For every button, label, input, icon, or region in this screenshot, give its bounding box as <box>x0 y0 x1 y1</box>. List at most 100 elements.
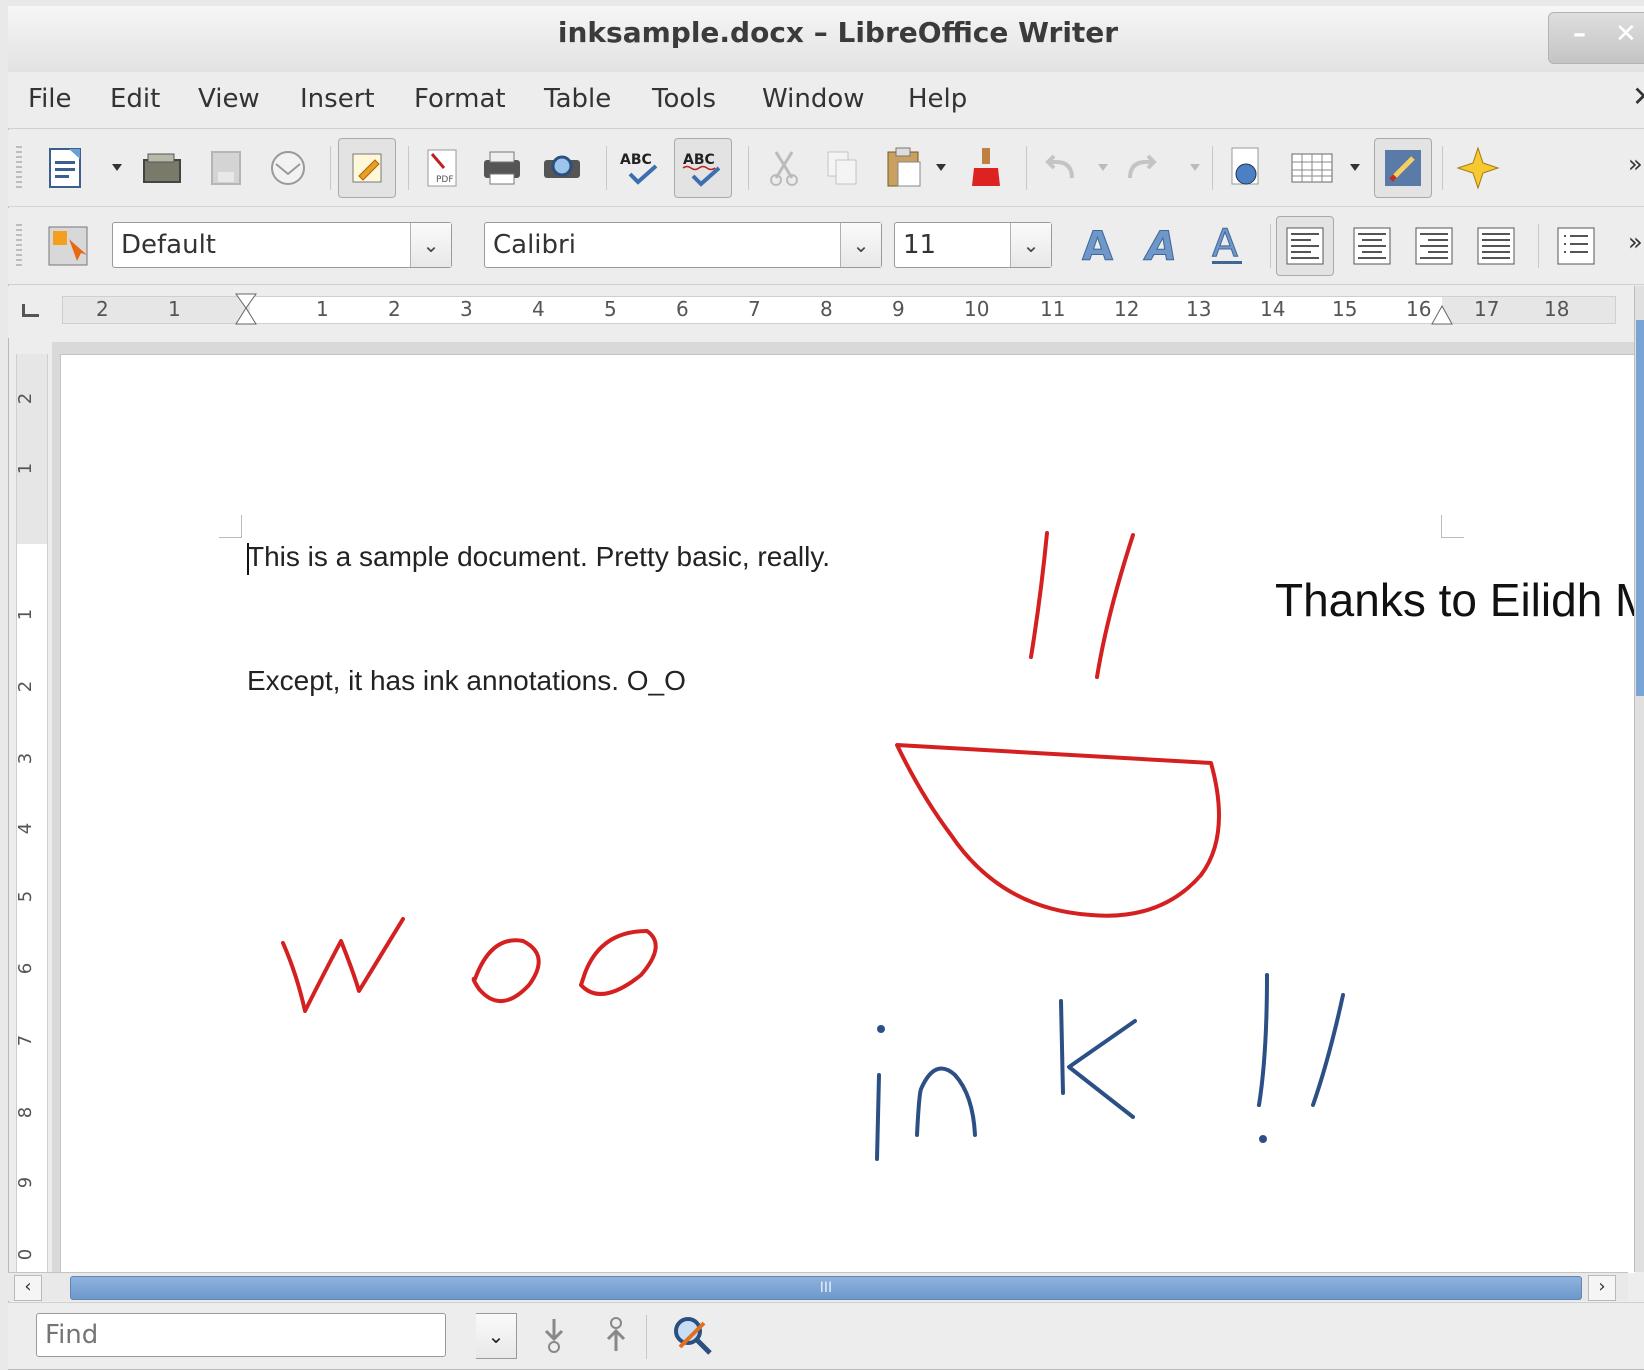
print-icon[interactable] <box>478 144 526 192</box>
red-ink-stroke <box>471 938 541 1004</box>
font-name-combo[interactable]: Calibri ⌄ <box>484 222 882 268</box>
ruler-tick-label: 18 <box>1544 297 1570 321</box>
horizontal-scroll-thumb[interactable]: III <box>70 1276 1582 1300</box>
new-document-icon[interactable] <box>42 144 90 192</box>
vertical-ruler-tick-label: 1 <box>15 608 37 621</box>
red-ink-stroke <box>1095 533 1135 679</box>
vertical-ruler-tick-label: 5 <box>15 890 37 903</box>
window-controls: – ✕ <box>1548 12 1644 64</box>
ruler-tick-label: 16 <box>1406 297 1432 321</box>
close-window-button[interactable]: ✕ <box>1615 19 1637 49</box>
chevron-down-icon[interactable]: ⌄ <box>476 1313 517 1359</box>
paragraph-style-combo[interactable]: Default ⌄ <box>112 222 452 268</box>
table-dropdown-icon[interactable] <box>1350 164 1360 171</box>
blue-ink-stroke <box>915 1066 977 1137</box>
menu-edit[interactable]: Edit <box>110 84 160 114</box>
ruler-tick-label: 11 <box>1040 297 1066 321</box>
close-document-button[interactable]: ✕ <box>1632 80 1644 113</box>
numbering-icon[interactable] <box>1552 222 1600 270</box>
chevron-down-icon[interactable]: ⌄ <box>840 223 881 267</box>
print-preview-icon[interactable] <box>538 144 586 192</box>
svg-text:A: A <box>1143 226 1177 266</box>
menu-file[interactable]: File <box>28 84 72 114</box>
clone-formatting-icon[interactable] <box>962 144 1010 192</box>
ink-annotations[interactable] <box>61 355 1635 1273</box>
blue-ink-dot <box>1259 1135 1267 1143</box>
autospellcheck-icon[interactable]: ABC <box>674 138 732 198</box>
scroll-left-button[interactable]: ‹ <box>14 1275 42 1301</box>
ruler-tick-label: 10 <box>964 297 990 321</box>
find-input[interactable] <box>36 1313 446 1357</box>
menu-help[interactable]: Help <box>908 84 967 114</box>
tab-stop-icon[interactable] <box>22 304 39 317</box>
navigator-icon[interactable] <box>1454 144 1502 192</box>
horizontal-scrollbar[interactable]: ‹ III › <box>8 1272 1628 1301</box>
copy-icon[interactable] <box>818 144 866 192</box>
toolbar-grip-2[interactable] <box>16 224 22 268</box>
blue-ink-stroke <box>1059 999 1065 1095</box>
redo-icon[interactable] <box>1118 144 1166 192</box>
toolbar-overflow-button[interactable]: » <box>1628 150 1643 178</box>
paragraph-style-value: Default <box>121 230 216 260</box>
menu-tools[interactable]: Tools <box>652 84 716 114</box>
ruler-tick-label: 12 <box>1114 297 1140 321</box>
menu-insert[interactable]: Insert <box>300 84 375 114</box>
menu-table[interactable]: Table <box>544 84 611 114</box>
menu-window[interactable]: Window <box>762 84 865 114</box>
ruler-tick-label: 6 <box>676 297 689 321</box>
right-indent-marker-icon[interactable] <box>1430 304 1454 332</box>
chevron-down-icon[interactable]: ⌄ <box>410 223 451 267</box>
find-next-icon[interactable] <box>530 1311 578 1359</box>
export-pdf-icon[interactable]: PDF <box>418 144 466 192</box>
menu-bar: File Edit View Insert Format Table Tools… <box>8 72 1644 129</box>
find-replace-icon[interactable] <box>668 1311 716 1359</box>
styles-formatting-icon[interactable] <box>44 222 92 270</box>
ruler-tick-label: 14 <box>1260 297 1286 321</box>
new-dropdown-icon[interactable] <box>112 164 122 171</box>
ruler-tick-label: 7 <box>748 297 761 321</box>
show-draw-functions-icon[interactable] <box>1374 138 1432 198</box>
formatting-overflow-button[interactable]: » <box>1628 228 1643 256</box>
font-size-value: 11 <box>903 230 937 260</box>
toolbar-grip[interactable] <box>16 146 22 190</box>
undo-dropdown-icon[interactable] <box>1098 164 1108 171</box>
find-previous-icon[interactable] <box>592 1311 640 1359</box>
align-center-icon[interactable] <box>1348 222 1396 270</box>
italic-icon[interactable]: A <box>1140 222 1188 270</box>
align-left-icon[interactable] <box>1276 216 1334 276</box>
ruler-tick-label: 13 <box>1186 297 1212 321</box>
justify-icon[interactable] <box>1472 222 1520 270</box>
open-folder-icon[interactable] <box>138 144 186 192</box>
table-icon[interactable] <box>1288 144 1336 192</box>
blue-ink-stroke <box>1311 993 1345 1107</box>
edit-mode-icon[interactable] <box>338 138 396 198</box>
spellcheck-icon[interactable]: ABC <box>616 144 664 192</box>
save-icon[interactable] <box>202 144 250 192</box>
redo-dropdown-icon[interactable] <box>1190 164 1200 171</box>
underline-icon[interactable]: A <box>1204 222 1252 270</box>
cut-icon[interactable] <box>760 144 808 192</box>
font-size-combo[interactable]: 11 ⌄ <box>894 222 1052 268</box>
vertical-scroll-thumb[interactable] <box>1636 320 1644 696</box>
paste-icon[interactable] <box>880 144 928 192</box>
chevron-down-icon[interactable]: ⌄ <box>1010 223 1051 267</box>
menu-view[interactable]: View <box>198 84 260 114</box>
document-page[interactable]: This is a sample document. Pretty basic,… <box>60 354 1644 1273</box>
paste-dropdown-icon[interactable] <box>936 164 946 171</box>
left-indent-marker-icon[interactable] <box>234 292 258 330</box>
svg-text:PDF: PDF <box>436 175 454 185</box>
undo-icon[interactable] <box>1036 144 1084 192</box>
ruler-tick-label: 1 <box>316 297 329 321</box>
email-icon[interactable] <box>264 144 312 192</box>
svg-text:ABC: ABC <box>620 152 652 168</box>
red-ink-stroke <box>895 743 1221 918</box>
svg-text:ABC: ABC <box>683 152 715 168</box>
minimize-button[interactable]: – <box>1573 19 1586 49</box>
menu-format[interactable]: Format <box>414 84 506 114</box>
hyperlink-icon[interactable] <box>1222 144 1270 192</box>
red-ink-stroke <box>1029 531 1049 659</box>
vertical-ruler-tick-label: 6 <box>15 962 37 975</box>
bold-icon[interactable]: A <box>1076 222 1124 270</box>
align-right-icon[interactable] <box>1410 222 1458 270</box>
scroll-right-button[interactable]: › <box>1588 1275 1616 1301</box>
